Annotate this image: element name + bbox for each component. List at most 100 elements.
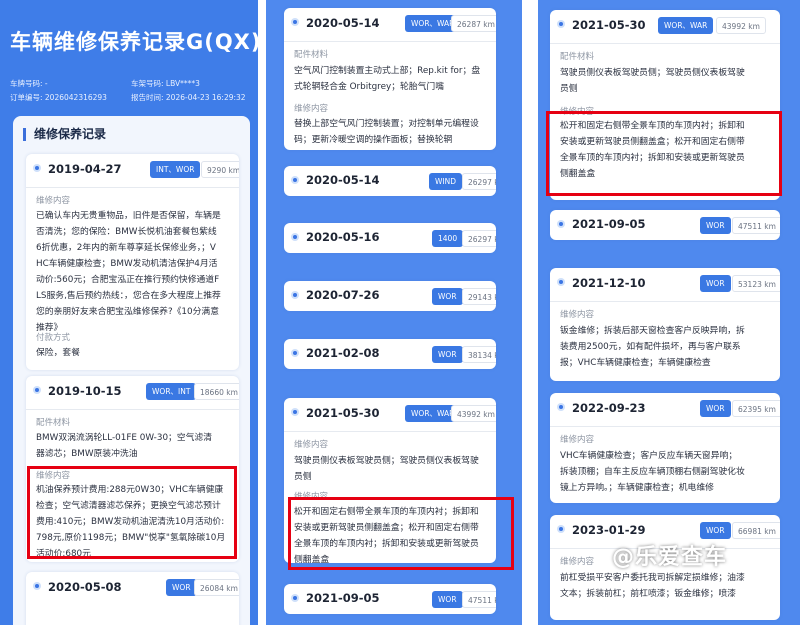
section-text: VHC车辆健康检查；客户反应车辆天窗异响； 拆装顶棚；自车主反应车辆顶棚右侧副驾驶…	[560, 451, 745, 493]
divider	[550, 301, 780, 302]
record-type-tag: WOR	[700, 217, 731, 234]
record-type-tag: WOR、WAR	[658, 17, 714, 34]
record-card[interactable]: 2021-02-08 WOR 38134 km	[284, 339, 496, 369]
highlight-box	[546, 111, 782, 196]
section-label: 维修内容	[560, 435, 595, 445]
section-text: 替换上部空气风门控制装置；对控制单元编程设 码；更新冷暖空调的操作面板；替换轮辋	[294, 119, 479, 145]
record-card[interactable]: 2020-05-08 WOR 26084 km	[26, 572, 239, 625]
record-mileage: 26297 km	[462, 173, 496, 190]
record-mileage: 47511 km	[732, 217, 780, 234]
record-type-tag: INT、WOR	[150, 161, 201, 178]
record-header: 2020-05-14 WOR、WAR 26287 km	[284, 8, 496, 42]
record-date: 2021-05-30	[306, 406, 380, 420]
report-time: 报告时间: 2026-04-23 16:29:32	[131, 93, 246, 102]
timeline-dot-icon	[291, 594, 299, 602]
column-gap	[258, 0, 266, 625]
record-date: 2021-02-08	[306, 346, 380, 360]
timeline-dot-icon	[291, 233, 299, 241]
timeline-dot-icon	[291, 349, 299, 357]
column-gap	[522, 0, 538, 625]
record-mileage: 18660 km	[194, 383, 239, 400]
section-label: 维修内容	[560, 557, 595, 567]
screenshot-stage: 车辆维修保养记录G(QX) 车牌号码: - 车架号码: LBV****3 订单编…	[0, 0, 800, 625]
record-header: 2019-10-15 WOR、INT 18660 km	[26, 376, 239, 410]
record-card[interactable]: 2020-05-14 WIND 26297 km	[284, 166, 496, 196]
record-type-tag: 1400	[432, 230, 464, 247]
divider	[550, 426, 780, 427]
divider	[284, 431, 496, 432]
section-label: 配件材料	[294, 50, 329, 60]
timeline-dot-icon	[291, 176, 299, 184]
timeline-dot-icon	[291, 291, 299, 299]
record-type-tag: WOR	[700, 400, 731, 417]
timeline-dot-icon	[557, 403, 565, 411]
record-card[interactable]: 2021-09-05 WOR 47511 km	[284, 584, 496, 614]
record-type-tag: WOR	[700, 275, 731, 292]
section-label: 维修内容	[294, 440, 329, 450]
section-label: 配件材料	[36, 418, 71, 428]
record-date: 2021-09-05	[306, 591, 380, 605]
record-mileage: 29143 km	[462, 288, 496, 305]
section-text: 驾驶员侧仪表板驾驶员侧；驾驶员侧仪表板驾驶 员侧	[560, 68, 745, 94]
report-column-1: 车辆维修保养记录G(QX) 车牌号码: - 车架号码: LBV****3 订单编…	[0, 0, 258, 625]
record-date: 2020-07-26	[306, 288, 380, 302]
section-label: 付款方式	[36, 333, 71, 343]
record-date: 2021-09-05	[572, 217, 646, 231]
record-date: 2021-12-10	[572, 276, 646, 290]
record-header: 2021-05-30 WOR、WAR 43992 km	[284, 398, 496, 432]
record-mileage: 26297 km	[462, 230, 496, 247]
record-date: 2020-05-16	[306, 230, 380, 244]
record-card[interactable]: 2021-09-05 WOR 47511 km	[550, 210, 780, 240]
record-date: 2023-01-29	[572, 523, 646, 537]
record-mileage: 43992 km	[716, 17, 766, 34]
record-header: 2019-04-27 INT、WOR 9290 km	[26, 154, 239, 188]
report-column-2: 2020-05-14 WOR、WAR 26287 km 配件材料 空气风门控制装…	[266, 0, 522, 625]
section-text: 前杠受损平安客户委托我司拆解定损维修；油漆 文本；拆装前杠；前杠喷漆；钣金维修；喷…	[560, 573, 745, 599]
divider	[26, 409, 239, 410]
section-text: 空气风门控制装置主动式上部；Rep.kit for；盘 式轮辋轻合金 Orbitg…	[294, 66, 481, 92]
divider	[26, 187, 239, 188]
section-label: 维修内容	[560, 310, 595, 320]
highlight-box	[27, 466, 237, 559]
divider	[284, 41, 496, 42]
report-title: 车辆维修保养记录G(QX)	[10, 30, 258, 54]
record-card[interactable]: 2020-05-16 1400 26297 km	[284, 223, 496, 253]
record-type-tag: WOR	[432, 591, 463, 608]
record-card[interactable]: 2020-05-14 WOR、WAR 26287 km 配件材料 空气风门控制装…	[284, 8, 496, 150]
record-card[interactable]: 2022-09-23 WOR 62395 km 维修内容 VHC车辆健康检查；客…	[550, 393, 780, 503]
record-card[interactable]: 2020-07-26 WOR 29143 km	[284, 281, 496, 311]
section-text: BMW双涡流涡轮LL-01FE 0W-30；空气滤清 器滤芯；BMW原装冲洗油	[36, 433, 213, 459]
record-mileage: 26287 km	[451, 15, 496, 32]
section-text: 已确认车内无贵重物品，旧件是否保留，车辆是 否清洗；您的保险：BMW长悦机油套餐包…	[36, 211, 221, 333]
record-type-tag: WOR	[166, 579, 197, 596]
record-type-tag: WOR	[432, 288, 463, 305]
order-number: 订单编号: 2026042316293	[10, 93, 107, 102]
panel-title: 维修保养记录	[23, 128, 106, 141]
record-header: 2020-05-08 WOR 26084 km	[26, 572, 239, 606]
highlight-box	[288, 497, 514, 570]
plate-number: 车牌号码: -	[10, 79, 48, 88]
section-text: 保险，套餐	[36, 348, 80, 358]
record-type-tag: WIND	[429, 173, 463, 190]
record-card[interactable]: 2019-04-27 INT、WOR 9290 km 维修内容 已确认车内无贵重…	[26, 154, 239, 370]
record-date: 2020-05-14	[306, 16, 380, 30]
record-header: 2021-05-30 WOR、WAR 43992 km	[550, 10, 780, 44]
record-card[interactable]: 2021-12-10 WOR 53123 km 维修内容 钣金维修；拆装后部天窗…	[550, 268, 780, 381]
vin-number: 车架号码: LBV****3	[131, 79, 200, 88]
record-date: 2020-05-14	[306, 173, 380, 187]
timeline-dot-icon	[557, 220, 565, 228]
timeline-dot-icon	[33, 164, 41, 172]
watermark: @乐爱查车	[612, 545, 728, 570]
record-date: 2020-05-08	[48, 580, 122, 594]
section-label: 维修内容	[36, 196, 71, 206]
record-type-tag: WOR、INT	[146, 383, 197, 400]
record-mileage: 43992 km	[451, 405, 496, 422]
record-mileage: 47511 km	[462, 591, 496, 608]
timeline-dot-icon	[557, 278, 565, 286]
record-mileage: 9290 km	[201, 161, 239, 178]
timeline-dot-icon	[557, 525, 565, 533]
record-type-tag: WOR	[700, 522, 731, 539]
record-mileage: 38134 km	[462, 346, 496, 363]
record-header: 2022-09-23 WOR 62395 km	[550, 393, 780, 427]
section-text: 驾驶员侧仪表板驾驶员侧；驾驶员侧仪表板驾驶 员侧	[294, 456, 479, 482]
